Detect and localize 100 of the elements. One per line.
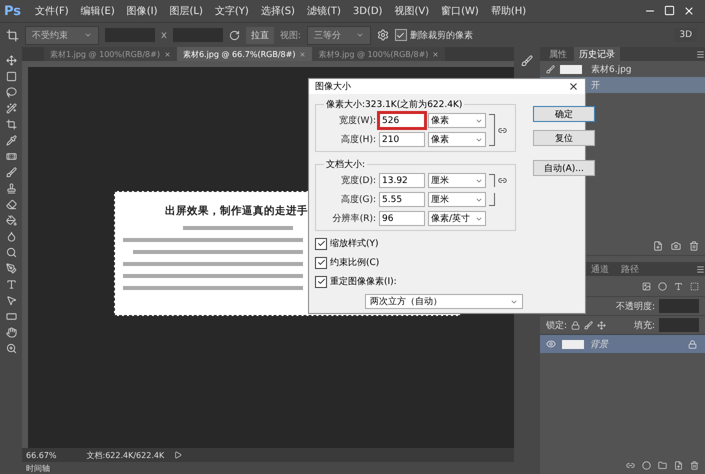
eyedropper-icon[interactable] (6, 135, 16, 146)
unit-dropdown[interactable]: 像素/英寸 (428, 211, 486, 226)
brush-icon[interactable] (6, 167, 16, 178)
zoom-level[interactable]: 66.67% (26, 450, 57, 460)
crop-icon[interactable] (6, 119, 16, 130)
value-field[interactable]: 13.92 (379, 173, 425, 188)
pen-icon[interactable] (6, 263, 16, 274)
shape-filter-icon[interactable] (690, 282, 699, 290)
panel-tab[interactable]: 路径 (616, 262, 644, 276)
width-field[interactable] (105, 28, 155, 42)
lasso-icon[interactable] (6, 87, 16, 98)
paint-bucket-icon[interactable] (6, 215, 16, 226)
pointer-icon[interactable] (6, 295, 16, 306)
menu-item[interactable]: 视图(V) (388, 4, 436, 18)
panel-tab[interactable]: 通道 (586, 262, 614, 276)
history-item[interactable]: 素材6.jpg (540, 61, 705, 77)
play-icon[interactable] (174, 451, 182, 459)
group-title: 文档大小: (325, 158, 366, 171)
dialog-button[interactable]: 自动(A)... (533, 160, 595, 176)
document-tab[interactable]: 素材6.jpg @ 66.7%(RGB/8#) (176, 47, 312, 61)
value-field[interactable]: 526 (379, 113, 425, 128)
new-document-icon[interactable] (653, 241, 663, 251)
type-filter-icon[interactable] (674, 282, 683, 290)
dialog-button[interactable]: 复位 (533, 130, 595, 146)
trash-icon[interactable] (690, 460, 699, 470)
circle-icon[interactable] (642, 460, 651, 470)
times-label: x (161, 30, 167, 40)
menu-item[interactable]: 图层(L) (164, 4, 209, 18)
height-field[interactable] (172, 28, 223, 42)
marquee-icon[interactable] (6, 71, 16, 82)
menu-item[interactable]: 选择(S) (254, 4, 301, 18)
camera-icon[interactable] (671, 241, 681, 251)
rectangle-icon[interactable] (6, 311, 16, 322)
view-label: 视图: (280, 30, 301, 42)
panel-menu-icon[interactable] (696, 264, 705, 274)
hand-icon[interactable] (6, 327, 16, 338)
magic-wand-icon[interactable] (6, 103, 16, 114)
unit-dropdown[interactable]: 像素 (428, 113, 486, 128)
droplet-icon[interactable] (6, 231, 16, 242)
panel-menu-icon[interactable] (696, 50, 705, 58)
option-checkbox[interactable]: 重定图像像素(I): (315, 275, 523, 288)
value-field[interactable]: 5.55 (379, 192, 425, 207)
brush-icon[interactable] (584, 320, 594, 330)
maximize-icon[interactable] (664, 5, 675, 16)
field-label: 分辨率(R): (332, 212, 376, 225)
straighten-button[interactable]: 拉直 (246, 26, 274, 44)
eraser-icon[interactable] (6, 199, 16, 210)
unit-dropdown[interactable]: 像素 (428, 132, 486, 147)
stamp-icon[interactable] (6, 183, 16, 194)
view-dropdown[interactable]: 三等分 (306, 26, 371, 44)
close-icon[interactable] (683, 5, 695, 17)
menu-item[interactable]: 文字(Y) (208, 4, 255, 18)
unit-dropdown[interactable]: 厘米 (428, 192, 486, 207)
ratio-dropdown[interactable]: 不受约束 (25, 26, 99, 44)
opacity-field[interactable] (659, 299, 699, 313)
bandage-icon[interactable] (6, 151, 16, 162)
settings-icon[interactable] (376, 29, 389, 41)
move-icon[interactable] (597, 320, 606, 330)
trash-icon[interactable] (689, 241, 699, 251)
rotate-icon[interactable] (228, 30, 240, 40)
panel-tab[interactable]: 属性 (544, 46, 572, 62)
menu-item[interactable]: 编辑(E) (74, 4, 121, 18)
menu-item[interactable]: 图像(I) (120, 4, 164, 18)
zoom-icon[interactable] (6, 343, 16, 354)
circle-filter-icon[interactable] (658, 282, 667, 290)
new-layer-icon[interactable] (674, 460, 683, 470)
menu-item[interactable]: 窗口(W) (435, 4, 485, 18)
lock-icon[interactable] (571, 320, 580, 330)
folder-icon[interactable] (658, 460, 667, 470)
menu-item[interactable]: 3D(D) (346, 6, 388, 16)
opacity-label: 不透明度: (616, 300, 655, 312)
close-icon[interactable] (568, 81, 579, 92)
dialog-button[interactable]: 确定 (533, 106, 595, 122)
field-label: 宽度(D): (340, 174, 376, 187)
menu-item[interactable]: 帮助(H) (484, 4, 532, 18)
menu-item[interactable]: 文件(F) (29, 4, 75, 18)
menu-item[interactable]: 滤镜(T) (300, 4, 347, 18)
layer-row[interactable]: 背景 (540, 335, 705, 353)
eye-icon[interactable] (546, 339, 556, 349)
unit-dropdown[interactable]: 厘米 (428, 173, 486, 188)
crop-icon[interactable] (6, 28, 19, 42)
history-brush-icon[interactable] (521, 55, 533, 67)
option-checkbox[interactable]: 约束比例(C) (315, 256, 523, 269)
type-icon[interactable] (6, 279, 16, 290)
document-tab[interactable]: 素材1.jpg @ 100%(RGB/8#) (44, 47, 177, 61)
field-label: 高度(G): (340, 194, 376, 206)
panel-tab[interactable]: 历史记录 (574, 46, 620, 62)
delete-cropped-checkbox[interactable]: 删除裁剪的像素 (394, 28, 473, 42)
value-field[interactable]: 96 (379, 211, 425, 226)
magnifier-icon[interactable] (6, 247, 16, 258)
link-icon[interactable] (626, 460, 635, 470)
resample-dropdown[interactable]: 两次立方（自动） (365, 294, 523, 309)
fill-field[interactable] (659, 318, 699, 332)
check-icon (396, 30, 406, 40)
option-checkbox[interactable]: 缩放样式(Y) (315, 237, 523, 250)
move-icon[interactable] (6, 55, 16, 66)
document-tab[interactable]: 素材9.jpg @ 100%(RGB/8#) (312, 47, 446, 61)
image-filter-icon[interactable] (642, 282, 651, 290)
timeline-tab[interactable]: 时间轴 (26, 462, 50, 474)
value-field[interactable]: 210 (379, 132, 425, 147)
